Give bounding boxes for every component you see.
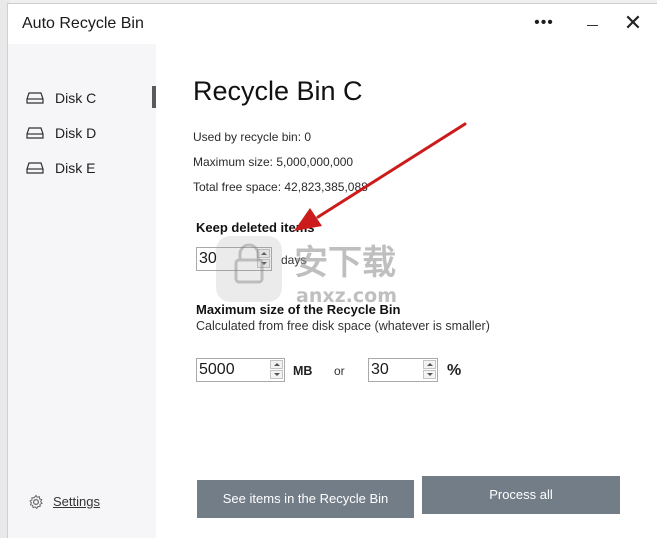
disk-icon bbox=[26, 92, 44, 104]
sidebar-item-label: Disk D bbox=[55, 125, 97, 141]
used-by-recycle-bin: Used by recycle bin: 0 bbox=[193, 130, 312, 144]
keep-deleted-items-heading: Keep deleted items bbox=[196, 220, 315, 235]
max-size-mb-value: 5000 bbox=[199, 361, 235, 378]
app-window: Auto Recycle Bin ••• ✕ Disk C Disk D Dis… bbox=[8, 4, 657, 538]
sidebar-item-disk-d[interactable]: Disk D bbox=[26, 121, 150, 145]
mb-spin-buttons bbox=[270, 360, 283, 380]
sidebar-item-label: Disk C bbox=[55, 90, 97, 106]
more-icon: ••• bbox=[534, 14, 554, 31]
page-title: Recycle Bin C bbox=[193, 76, 363, 106]
max-size-percent-value: 30 bbox=[371, 361, 389, 378]
keep-days-spin-buttons bbox=[257, 249, 270, 269]
maximum-size-description: Calculated from free disk space (whateve… bbox=[196, 319, 490, 333]
title-bar: Auto Recycle Bin ••• ✕ bbox=[8, 4, 657, 44]
max-size-mb-stepper[interactable]: 5000 bbox=[196, 358, 285, 382]
sidebar-item-disk-e[interactable]: Disk E bbox=[26, 156, 150, 180]
gear-icon bbox=[29, 494, 43, 510]
decrement-button[interactable] bbox=[257, 259, 270, 268]
total-free-space: Total free space: 42,823,385,088 bbox=[193, 180, 368, 194]
sidebar: Disk C Disk D Disk E Settings bbox=[8, 44, 156, 538]
increment-button[interactable] bbox=[270, 360, 283, 369]
keep-days-stepper[interactable]: 30 bbox=[196, 247, 272, 271]
sidebar-item-label: Disk E bbox=[55, 160, 96, 176]
sidebar-item-disk-c[interactable]: Disk C bbox=[26, 86, 150, 110]
maximum-size: Maximum size: 5,000,000,000 bbox=[193, 155, 354, 169]
settings-link[interactable]: Settings bbox=[26, 492, 136, 514]
percent-unit-label: % bbox=[447, 362, 462, 379]
maximum-size-heading: Maximum size of the Recycle Bin bbox=[196, 302, 401, 317]
process-all-button[interactable]: Process all bbox=[422, 476, 620, 514]
disk-icon bbox=[26, 162, 44, 174]
mb-unit-label: MB bbox=[293, 364, 313, 378]
see-items-button[interactable]: See items in the Recycle Bin bbox=[197, 480, 414, 518]
disk-icon bbox=[26, 127, 44, 139]
main-panel: Recycle Bin C Used by recycle bin: 0 Max… bbox=[156, 44, 657, 538]
increment-button[interactable] bbox=[423, 360, 436, 369]
window-title: Auto Recycle Bin bbox=[22, 15, 144, 32]
increment-button[interactable] bbox=[257, 249, 270, 258]
minimize-button[interactable] bbox=[579, 12, 607, 38]
decrement-button[interactable] bbox=[270, 370, 283, 379]
close-icon: ✕ bbox=[623, 10, 643, 35]
or-label: or bbox=[334, 364, 345, 378]
keep-days-value: 30 bbox=[199, 250, 217, 267]
close-button[interactable]: ✕ bbox=[620, 11, 646, 37]
decrement-button[interactable] bbox=[423, 370, 436, 379]
max-size-percent-stepper[interactable]: 30 bbox=[368, 358, 438, 382]
percent-spin-buttons bbox=[423, 360, 436, 380]
more-options-button[interactable]: ••• bbox=[532, 14, 556, 36]
days-unit-label: days bbox=[281, 253, 307, 267]
settings-label: Settings bbox=[53, 494, 100, 509]
